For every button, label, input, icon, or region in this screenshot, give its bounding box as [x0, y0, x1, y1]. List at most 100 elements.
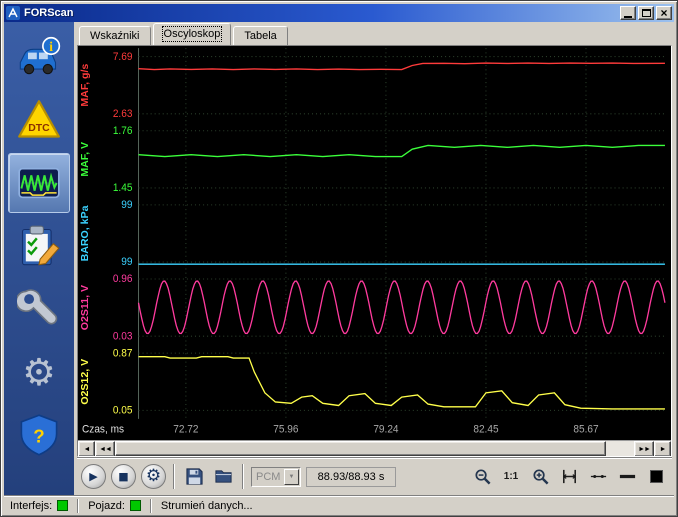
gear-icon: ⚙: [145, 466, 162, 486]
oscilloscope-chart[interactable]: MAF, g/s 7.69 2.63 MAF, V 1.76 1.45 BARO, kPa 9…: [78, 46, 671, 440]
minimize-button[interactable]: [620, 6, 636, 20]
time-display: 88.93/88.93 s: [306, 466, 396, 487]
svg-text:72.72: 72.72: [173, 424, 198, 435]
status-bar: Interfejs: Pojazd: Strumień danych...: [4, 495, 674, 515]
line-style-button[interactable]: [586, 465, 610, 489]
zoom-reset-button[interactable]: 1:1: [499, 465, 523, 489]
scroll-left-icon: ◄: [83, 445, 91, 453]
svg-text:0.87: 0.87: [113, 348, 133, 359]
play-button[interactable]: ▶: [81, 464, 106, 489]
sidebar-item-vehicle-info[interactable]: i: [8, 27, 70, 87]
tab-bar: Wskaźniki Oscyloskop Tabela: [77, 23, 672, 45]
dtc-label: DTC: [28, 123, 50, 134]
folder-icon: [214, 470, 232, 483]
toolbar-separator: [242, 464, 244, 489]
oscilloscope-panel: MAF, g/s 7.69 2.63 MAF, V 1.76 1.45 BARO, kPa 9…: [77, 45, 672, 457]
svg-text:O2S12, V: O2S12, V: [80, 359, 91, 405]
line-width-button[interactable]: [615, 465, 639, 489]
scroll-left-fast-icon: ◄◄: [99, 445, 112, 453]
forscan-logo-icon: [6, 6, 20, 20]
svg-text:7.69: 7.69: [113, 52, 133, 63]
svg-text:O2S11, V: O2S11, V: [80, 285, 91, 330]
gear-glyph: ⚙: [22, 350, 56, 394]
svg-text:99: 99: [121, 200, 132, 211]
statusbar-separator: [77, 498, 80, 513]
vehicle-label: Pojazd:: [88, 499, 125, 512]
color-swatch-icon: [649, 470, 663, 483]
wrench-icon: [17, 289, 58, 325]
tab-tabela[interactable]: Tabela: [233, 26, 288, 45]
gear-icon: ⚙: [22, 350, 56, 394]
forscan-window: FORScan × i DTC ⚙ ? Wskaźniki Oscyloskop…: [0, 0, 678, 517]
sidebar-item-settings[interactable]: ⚙: [8, 342, 70, 402]
info-letter: i: [49, 39, 53, 54]
svg-text:0.03: 0.03: [113, 331, 133, 342]
scroll-right-fast-button[interactable]: ►►: [634, 441, 654, 456]
scroll-track[interactable]: [606, 441, 634, 456]
module-select-value: PCM: [256, 470, 281, 483]
sidebar-item-service[interactable]: [8, 279, 70, 339]
sidebar-item-oscilloscope[interactable]: [8, 153, 70, 213]
svg-text:79.24: 79.24: [373, 424, 398, 435]
measure-button[interactable]: [557, 465, 581, 489]
svg-text:0.05: 0.05: [113, 405, 133, 416]
zoom-out-icon: [474, 469, 490, 485]
svg-text:1.45: 1.45: [113, 183, 133, 194]
line-style-icon: [590, 474, 606, 479]
toolbar-separator: [173, 464, 175, 489]
stop-button[interactable]: ■: [111, 464, 136, 489]
scroll-right-button[interactable]: ►: [654, 441, 671, 456]
tab-wskazniki[interactable]: Wskaźniki: [79, 26, 151, 45]
help-shield-icon: ?: [20, 414, 58, 456]
svg-text:1.76: 1.76: [113, 126, 133, 137]
window-title: FORScan: [24, 7, 74, 19]
zoom-in-button[interactable]: [528, 465, 552, 489]
tab-label: Oscyloskop: [161, 26, 223, 42]
scope-scrollbar: ◄ ◄◄ ►► ►: [78, 440, 671, 456]
dtc-icon: DTC: [18, 100, 60, 138]
zoom-out-button[interactable]: [470, 465, 494, 489]
svg-text:2.63: 2.63: [113, 109, 133, 120]
car-info-icon: i: [19, 36, 61, 75]
tab-label: Tabela: [244, 30, 277, 42]
scroll-right-icon: ►: [659, 445, 667, 453]
tab-oscyloskop[interactable]: Oscyloskop: [152, 23, 232, 45]
scope-settings-button[interactable]: ⚙: [141, 464, 166, 489]
scroll-left-button[interactable]: ◄: [78, 441, 95, 456]
sidebar-item-tests[interactable]: [8, 216, 70, 276]
svg-text:MAF, g/s: MAF, g/s: [80, 63, 91, 106]
close-button[interactable]: ×: [656, 6, 672, 20]
save-button[interactable]: [182, 465, 206, 489]
svg-text:75.96: 75.96: [273, 424, 298, 435]
scroll-left-fast-button[interactable]: ◄◄: [95, 441, 115, 456]
statusbar-separator: [149, 498, 152, 513]
save-icon: [185, 468, 203, 485]
interface-label: Interfejs:: [10, 499, 53, 512]
line-width-icon: [619, 474, 635, 479]
maximize-button[interactable]: [638, 6, 654, 20]
background-color-button[interactable]: [644, 465, 668, 489]
svg-text:Czas, ms: Czas, ms: [82, 424, 124, 435]
interface-status-indicator: [57, 500, 69, 511]
tab-label: Wskaźniki: [90, 30, 140, 42]
vehicle-status-indicator: [129, 500, 141, 511]
zoom-in-icon: [532, 469, 548, 485]
close-icon: ×: [660, 6, 668, 20]
sidebar-item-help[interactable]: ?: [8, 405, 70, 465]
open-button[interactable]: [211, 465, 235, 489]
status-message: Strumień danych...: [160, 499, 253, 512]
measure-icon: [562, 469, 576, 484]
module-select[interactable]: PCM ▼: [251, 466, 301, 487]
svg-text:0.96: 0.96: [113, 274, 133, 285]
svg-text:MAF, V: MAF, V: [80, 142, 91, 177]
scroll-right-fast-icon: ►►: [638, 445, 651, 453]
maximize-icon: [641, 9, 651, 17]
stop-icon: ■: [118, 470, 129, 483]
scroll-thumb[interactable]: [115, 441, 606, 456]
titlebar[interactable]: FORScan ×: [4, 4, 674, 22]
svg-text:BARO, kPa: BARO, kPa: [80, 205, 91, 261]
help-question-mark: ?: [33, 426, 44, 447]
sidebar-item-dtc[interactable]: DTC: [8, 90, 70, 150]
scope-toolbar: ▶ ■ ⚙ PCM ▼ 88.93/88.93 s 1:1: [77, 457, 672, 495]
clipboard-checklist-icon: [21, 225, 60, 266]
